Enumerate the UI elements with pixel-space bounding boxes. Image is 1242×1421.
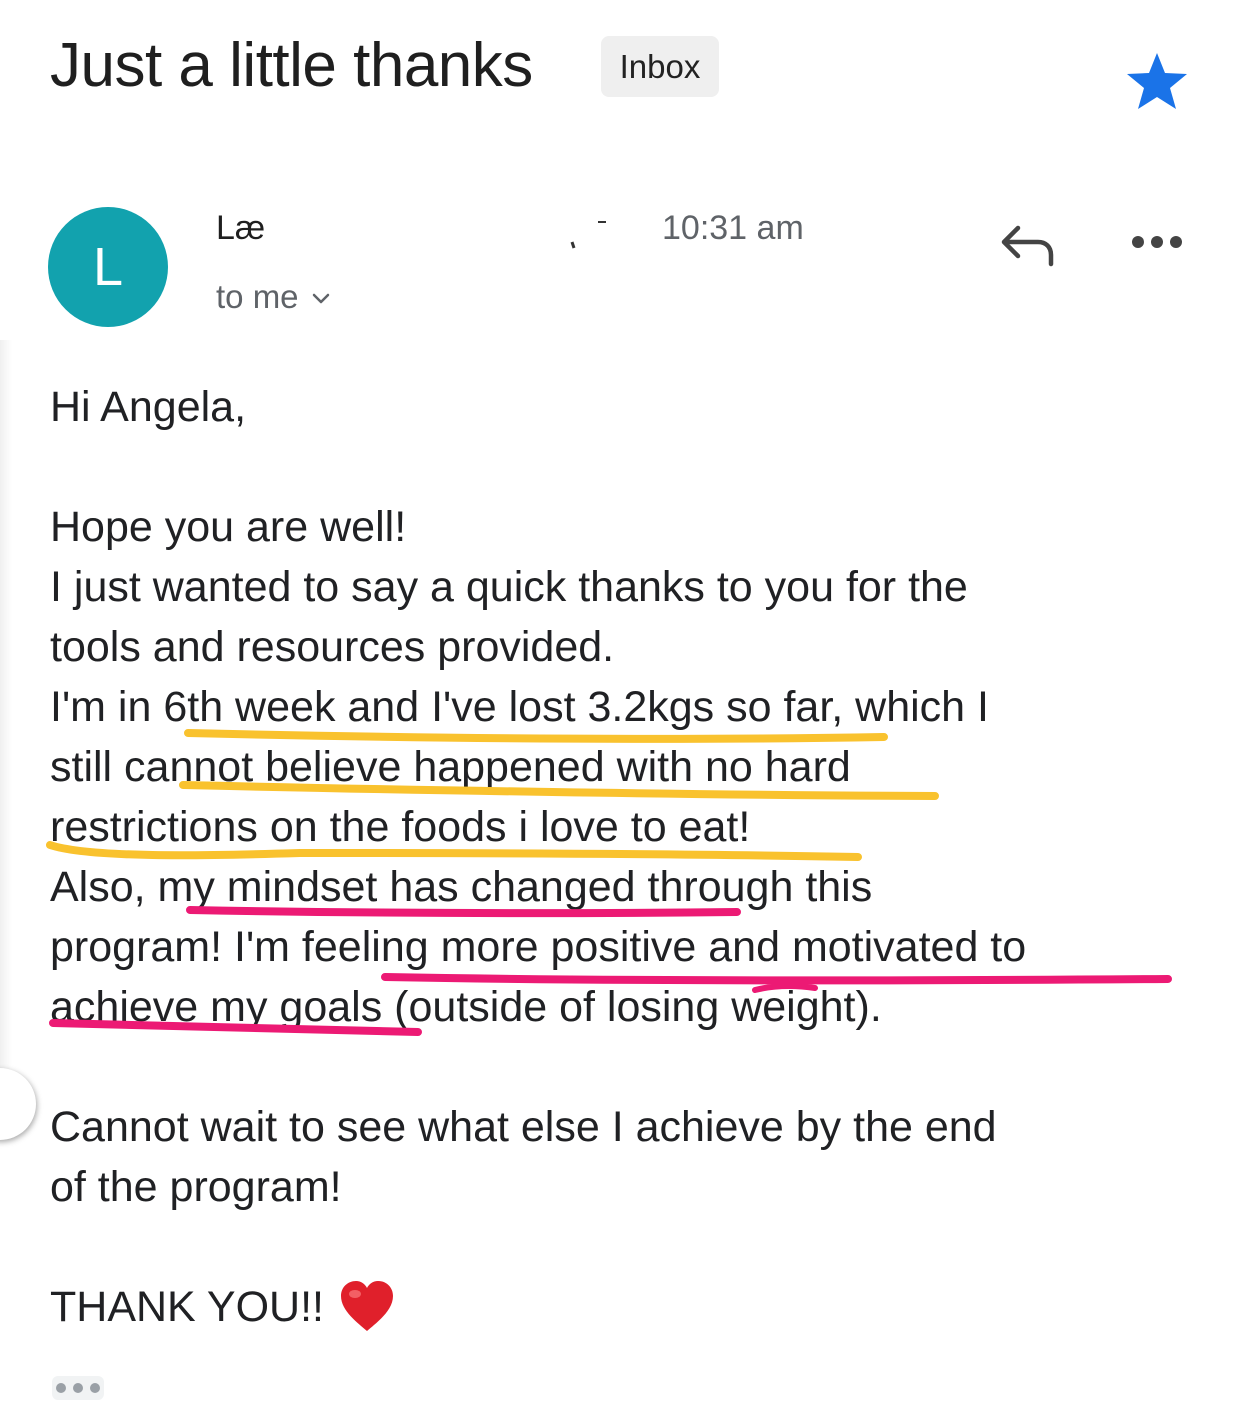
sender-name[interactable]: Læ xyxy=(216,208,265,248)
body-line: achieve my goals (outside of losing weig… xyxy=(50,983,882,1031)
greeting-line: Hi Angela, xyxy=(50,383,247,431)
red-heart-icon xyxy=(340,1280,393,1331)
inbox-label-badge[interactable]: Inbox xyxy=(601,36,719,97)
left-edge-shadow xyxy=(0,340,12,1080)
more-options-icon[interactable] xyxy=(1130,232,1184,252)
email-subject: Just a little thanks xyxy=(50,31,533,100)
email-timestamp: 10:31 am xyxy=(662,209,804,247)
closing-line: of the program! xyxy=(50,1163,342,1211)
signoff-line: THANK YOU!! xyxy=(50,1277,1220,1337)
scroll-handle[interactable] xyxy=(0,1068,36,1140)
body-line: I'm in 6th week and I've lost 3.2kgs so … xyxy=(50,683,989,731)
show-trimmed-content-button[interactable] xyxy=(52,1376,104,1400)
reply-icon[interactable] xyxy=(996,218,1056,270)
recipient-label: to me xyxy=(216,278,299,315)
closing-line: Cannot wait to see what else I achieve b… xyxy=(50,1103,997,1151)
body-line: tools and resources provided. xyxy=(50,623,615,671)
chevron-down-icon xyxy=(312,294,329,304)
trim-dot xyxy=(90,1383,100,1393)
recipient-toggle[interactable]: to me xyxy=(216,277,331,317)
trim-dot xyxy=(73,1383,83,1393)
body-line: still cannot believe happened with no ha… xyxy=(50,743,851,791)
signoff-text: THANK YOU!! xyxy=(50,1283,324,1331)
body-line: I just wanted to say a quick thanks to y… xyxy=(50,563,968,611)
star-icon[interactable] xyxy=(1124,50,1190,112)
body-line: Also, my mindset has changed through thi… xyxy=(50,863,873,911)
body-line: Hope you are well! xyxy=(50,503,407,551)
trim-dot xyxy=(56,1383,66,1393)
redacted-sender-marks xyxy=(570,221,606,249)
email-body: Hi Angela, Hope you are well! I just wan… xyxy=(50,377,1220,1337)
body-line: program! I'm feeling more positive and m… xyxy=(50,923,1027,971)
body-line: restrictions on the foods i love to eat! xyxy=(50,803,751,851)
sender-avatar[interactable]: L xyxy=(48,207,168,327)
